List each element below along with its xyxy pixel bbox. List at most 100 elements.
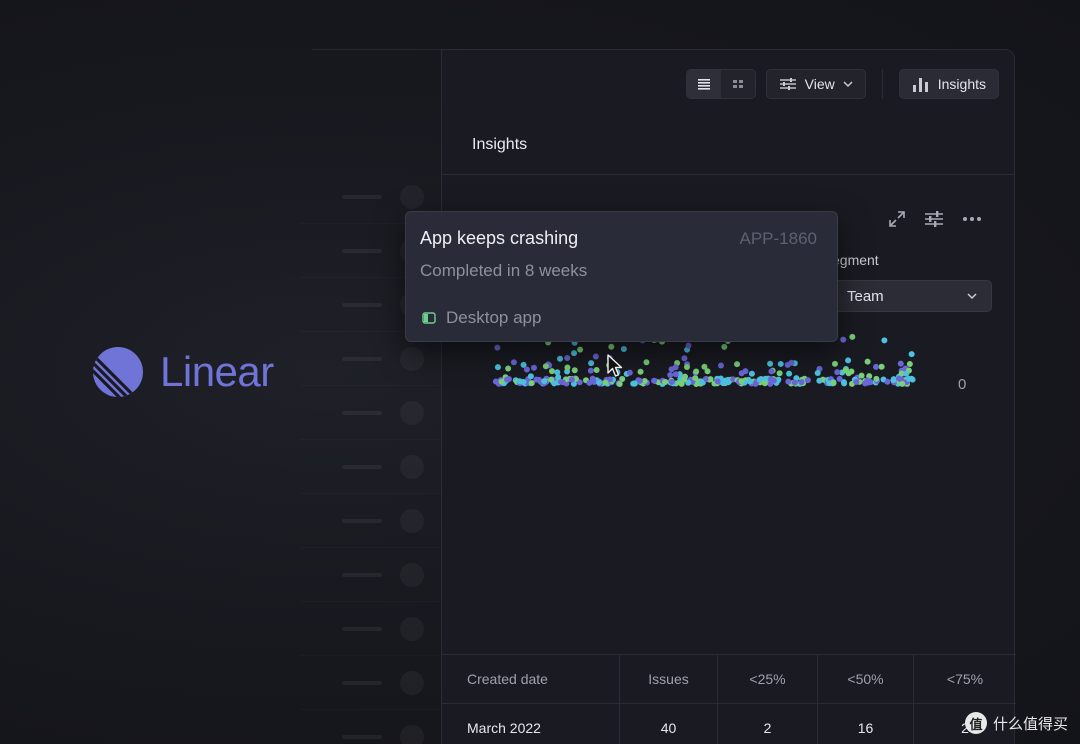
linear-logo-icon (93, 347, 143, 397)
data-point (714, 378, 721, 385)
data-point (734, 361, 741, 368)
scatter-chart: 02mo4mo6mo Mar 2022Jun 2022Sep 2022Dec 2… (492, 330, 966, 393)
data-point (672, 371, 679, 378)
data-point (804, 377, 811, 384)
data-point (704, 368, 711, 375)
column-header-25[interactable]: <25% (718, 655, 818, 703)
data-point (588, 360, 595, 367)
list-item (300, 548, 440, 602)
data-point (748, 370, 755, 377)
data-point (776, 370, 783, 377)
data-point (742, 368, 749, 375)
team-icon (422, 312, 436, 324)
column-header-75[interactable]: <75% (914, 655, 1016, 703)
data-point (681, 355, 688, 362)
list-item (300, 386, 440, 440)
data-point (683, 363, 690, 370)
insights-button-label: Insights (937, 76, 986, 92)
header-divider (442, 174, 1014, 175)
data-point (651, 377, 658, 384)
segment-label: egment (832, 252, 879, 268)
data-point (909, 376, 916, 383)
data-point (494, 364, 501, 371)
issue-tooltip: App keeps crashing APP-1860 Completed in… (405, 211, 838, 342)
data-point (505, 376, 512, 383)
list-view-button[interactable] (686, 70, 721, 98)
data-point (777, 360, 784, 367)
column-header-issues[interactable]: Issues (620, 655, 718, 703)
list-item (300, 602, 440, 656)
grid-view-icon (732, 80, 743, 88)
chart-settings-icon[interactable] (924, 210, 944, 228)
data-point (830, 380, 837, 387)
data-point (899, 380, 906, 387)
segment-select-value: Team (847, 287, 884, 305)
watermark: 值 什么值得买 (964, 712, 1068, 734)
data-point (845, 357, 852, 364)
data-point (881, 337, 888, 344)
toolbar-divider (881, 69, 883, 99)
data-point (551, 380, 558, 387)
data-point (637, 368, 644, 375)
data-point (767, 360, 774, 367)
data-point (577, 346, 584, 353)
list-item (300, 656, 440, 710)
data-point (608, 343, 615, 350)
toolbar: View Insights (685, 69, 999, 99)
data-point (738, 378, 745, 385)
data-point (746, 378, 753, 385)
data-point (523, 366, 530, 373)
watermark-logo: 值 (964, 712, 987, 734)
table-row[interactable]: March 2022 40 2 16 2 (442, 704, 1016, 744)
view-button[interactable]: View (765, 69, 866, 99)
column-header-created-date[interactable]: Created date (442, 655, 620, 703)
data-point (834, 369, 841, 376)
insights-button[interactable]: Insights (898, 69, 999, 99)
table-header-row: Created date Issues <25% <50% <75% (442, 655, 1016, 704)
data-point (831, 360, 838, 367)
data-point (785, 378, 792, 385)
data-point (571, 350, 578, 357)
linear-logo: Linear (92, 346, 274, 398)
data-point (895, 375, 902, 382)
data-point (698, 379, 705, 386)
data-point (798, 379, 805, 386)
data-point (845, 370, 852, 377)
data-point (903, 370, 910, 377)
data-point (890, 377, 897, 384)
list-item (300, 440, 440, 494)
data-point (841, 380, 848, 387)
list-item (300, 710, 440, 744)
data-point (602, 379, 609, 386)
data-point (498, 378, 505, 385)
data-point (816, 377, 823, 384)
mouse-cursor-icon (607, 354, 623, 377)
data-point (862, 380, 869, 387)
data-point (786, 370, 793, 377)
grid-view-button[interactable] (720, 70, 755, 98)
data-point (667, 371, 674, 378)
cell-50: 16 (818, 704, 914, 744)
data-point (836, 375, 843, 382)
data-point (564, 364, 571, 371)
data-point (530, 364, 537, 371)
more-options-icon[interactable] (962, 216, 982, 222)
data-point (784, 361, 791, 368)
data-point (662, 378, 669, 385)
data-point (756, 376, 763, 383)
tooltip-team: Desktop app (422, 308, 541, 328)
data-point (589, 375, 596, 382)
data-point (840, 336, 847, 343)
data-point (717, 362, 724, 369)
chevron-down-icon (843, 81, 853, 88)
expand-icon[interactable] (888, 210, 906, 228)
segment-select[interactable]: Team (832, 280, 992, 312)
data-point (849, 333, 856, 340)
column-header-50[interactable]: <50% (818, 655, 914, 703)
bar-chart-icon (912, 78, 928, 92)
chevron-down-icon (967, 293, 977, 300)
data-point (592, 353, 599, 360)
insights-table: Created date Issues <25% <50% <75% March… (442, 654, 1016, 744)
data-point (761, 380, 768, 387)
cell-created-date: March 2022 (442, 704, 620, 744)
